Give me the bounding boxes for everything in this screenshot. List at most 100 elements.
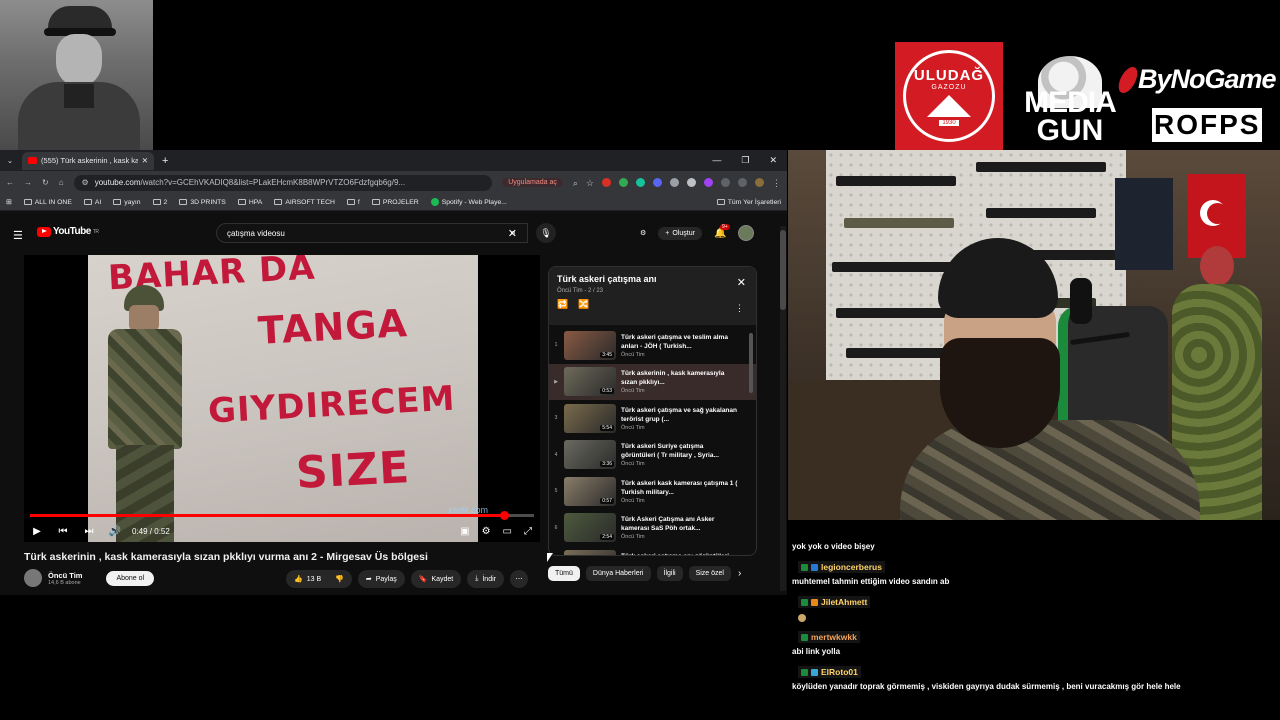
- bookmark-folder[interactable]: PROJELER: [371, 199, 419, 206]
- filter-chip[interactable]: Dünya Haberleri: [585, 566, 651, 581]
- playlist-item[interactable]: ▶ 0:53 Türk askerinin , kask kamerasıyla s…: [549, 363, 756, 400]
- home-button[interactable]: ⌂: [59, 178, 64, 187]
- site-info-icon[interactable]: ⚙: [82, 178, 89, 187]
- previous-button[interactable]: ⏮: [50, 526, 76, 537]
- new-tab-button[interactable]: +: [162, 155, 168, 167]
- maximize-button[interactable]: ❐: [741, 155, 749, 166]
- settings-icon[interactable]: ⚙: [482, 526, 491, 537]
- open-in-app-button[interactable]: Uygulamada aç: [502, 178, 563, 187]
- channel-avatar[interactable]: [24, 569, 42, 587]
- chevron-right-icon[interactable]: ›: [738, 568, 741, 579]
- bookmark-folder[interactable]: 2: [152, 199, 167, 206]
- create-button[interactable]: + Oluştur: [658, 226, 702, 240]
- minimize-button[interactable]: —: [712, 155, 721, 166]
- all-bookmarks[interactable]: Tüm Yer İşaretleri: [716, 199, 781, 206]
- scroll-thumb[interactable]: [780, 230, 786, 310]
- progress-scrubber[interactable]: [499, 511, 509, 520]
- filter-chip[interactable]: İlgili: [656, 566, 683, 581]
- playlist-thumbnail[interactable]: 0:53: [564, 367, 616, 397]
- share-button[interactable]: ➦ Paylaş: [357, 570, 405, 588]
- playlist-thumbnail[interactable]: [564, 549, 616, 555]
- bookmark-folder[interactable]: yayın: [113, 199, 141, 206]
- search-input[interactable]: çatışma videosu ✕: [216, 223, 528, 243]
- playlist-thumbnail[interactable]: 3:36: [564, 440, 616, 470]
- like-button[interactable]: 👍 13 B 👎: [286, 570, 352, 588]
- cast-icon[interactable]: ⚙: [640, 229, 646, 237]
- close-icon[interactable]: ✕: [737, 276, 746, 289]
- profile-avatar-icon[interactable]: [755, 178, 764, 187]
- miniplayer-icon[interactable]: ▣: [460, 526, 469, 537]
- extension-shield-icon[interactable]: [670, 178, 679, 187]
- subscribe-button[interactable]: Abone ol: [106, 570, 155, 586]
- playlist-controls: 🔁 🔀: [557, 299, 748, 310]
- account-avatar[interactable]: [738, 225, 755, 241]
- play-button[interactable]: ▶: [24, 526, 50, 537]
- chat-username[interactable]: ElRoto01: [821, 667, 858, 677]
- extension-grammarly-icon[interactable]: [636, 178, 645, 187]
- playlist-thumbnail[interactable]: 0:57: [564, 476, 616, 506]
- chat-username[interactable]: JiletAhmett: [821, 597, 867, 607]
- playlist-title[interactable]: Türk askeri çatışma anı: [557, 274, 748, 284]
- bookmark-folder[interactable]: HPA: [237, 199, 262, 206]
- more-actions-button[interactable]: ⋯: [509, 570, 528, 588]
- playlist-item[interactable]: 5 0:57 Türk askeri kask kamerası çatışma 1…: [549, 473, 756, 510]
- close-window-button[interactable]: ✕: [769, 155, 777, 166]
- extensions-menu-icon[interactable]: [721, 178, 730, 187]
- chat-username[interactable]: legioncerberus: [821, 562, 882, 572]
- apps-icon[interactable]: ⊞: [6, 198, 12, 206]
- playlist-scrollbar[interactable]: [749, 333, 753, 393]
- chat-username[interactable]: mertwkwkk: [811, 632, 857, 642]
- volume-icon[interactable]: 🔊: [102, 526, 128, 537]
- loop-icon[interactable]: 🔁: [557, 299, 568, 310]
- playlist-item[interactable]: 3 5:54 Türk askeri çatışma ve sağ yakalana…: [549, 400, 756, 437]
- channel-name[interactable]: Öncü Tim: [48, 571, 82, 580]
- thumbs-down-icon[interactable]: 👎: [335, 575, 344, 583]
- playlist-item[interactable]: 1 3:45 Türk askeri çatışma ve teslim alma …: [549, 327, 756, 364]
- download-button[interactable]: ⤓ İndir: [467, 570, 504, 588]
- filter-chip[interactable]: Tümü: [548, 566, 580, 581]
- extension-green-icon[interactable]: [619, 178, 628, 187]
- progress-bar[interactable]: [30, 511, 534, 520]
- playlist-thumbnail[interactable]: 2:54: [564, 513, 616, 543]
- playlist-thumbnail[interactable]: 5:54: [564, 403, 616, 433]
- tab-youtube[interactable]: (555) Türk askerinin , kask kamerası ✕: [22, 151, 154, 170]
- playlist-item[interactable]: 7Türk askeri çatışma anı görüntüleri - H…: [549, 546, 756, 555]
- zoom-icon[interactable]: ⌕: [573, 178, 578, 188]
- theater-icon[interactable]: ▭: [503, 526, 512, 537]
- fullscreen-icon[interactable]: ⤢: [524, 526, 532, 537]
- notifications-button[interactable]: 🔔 9+: [714, 223, 730, 239]
- voice-search-button[interactable]: 🎙: [536, 223, 556, 243]
- bookmark-folder[interactable]: AIRSOFT TECH: [274, 199, 335, 206]
- playlist-item[interactable]: 6 2:54 Türk Askeri Çatışma anı Asker kamer…: [549, 510, 756, 547]
- extension-red-icon[interactable]: [602, 178, 611, 187]
- extension-discord-icon[interactable]: [653, 178, 662, 187]
- playlist-more-icon[interactable]: ⋮: [735, 303, 744, 314]
- playlist-thumbnail[interactable]: 3:45: [564, 330, 616, 360]
- browser-menu-icon[interactable]: ⋮: [772, 178, 781, 188]
- page-scrollbar[interactable]: [780, 226, 786, 591]
- extension-purple-icon[interactable]: [704, 178, 713, 187]
- next-button[interactable]: ⏭: [76, 526, 102, 537]
- menu-icon[interactable]: ☰: [13, 229, 23, 242]
- bookmark-folder[interactable]: f: [346, 199, 360, 206]
- bookmark-star-icon[interactable]: ☆: [586, 178, 594, 188]
- reload-button[interactable]: ↻: [42, 178, 49, 187]
- extension-puzzle-icon[interactable]: [687, 178, 696, 187]
- bookmark-folder[interactable]: AI: [83, 199, 101, 206]
- shuffle-icon[interactable]: 🔀: [578, 299, 589, 310]
- back-button[interactable]: ←: [6, 178, 14, 187]
- bookmark-spotify[interactable]: Spotify - Web Playe...: [430, 198, 507, 206]
- tab-close-icon[interactable]: ✕: [142, 156, 148, 165]
- tab-search-icon[interactable]: ⌄: [0, 150, 20, 171]
- video-player[interactable]: BAHAR DA TANGA GIYDIRECEM SIZE xsolit.co…: [24, 255, 540, 542]
- search-button[interactable]: ⌕: [498, 223, 528, 243]
- playlist-item[interactable]: 4 3:36 Türk askeri Suriye çatışma görüntül…: [549, 437, 756, 474]
- save-button[interactable]: 🔖 Kaydet: [410, 570, 462, 588]
- url-field[interactable]: ⚙ youtube.com/watch?v=GCEhVKADIQ8&list=P…: [73, 174, 493, 191]
- bookmark-folder[interactable]: ALL IN ONE: [23, 199, 72, 206]
- forward-button[interactable]: →: [24, 178, 32, 187]
- youtube-logo[interactable]: YouTube TR: [37, 226, 99, 237]
- filter-chip[interactable]: Size özel: [688, 566, 731, 581]
- media-control-icon[interactable]: [738, 178, 747, 187]
- bookmark-folder[interactable]: 3D PRINTS: [179, 199, 226, 206]
